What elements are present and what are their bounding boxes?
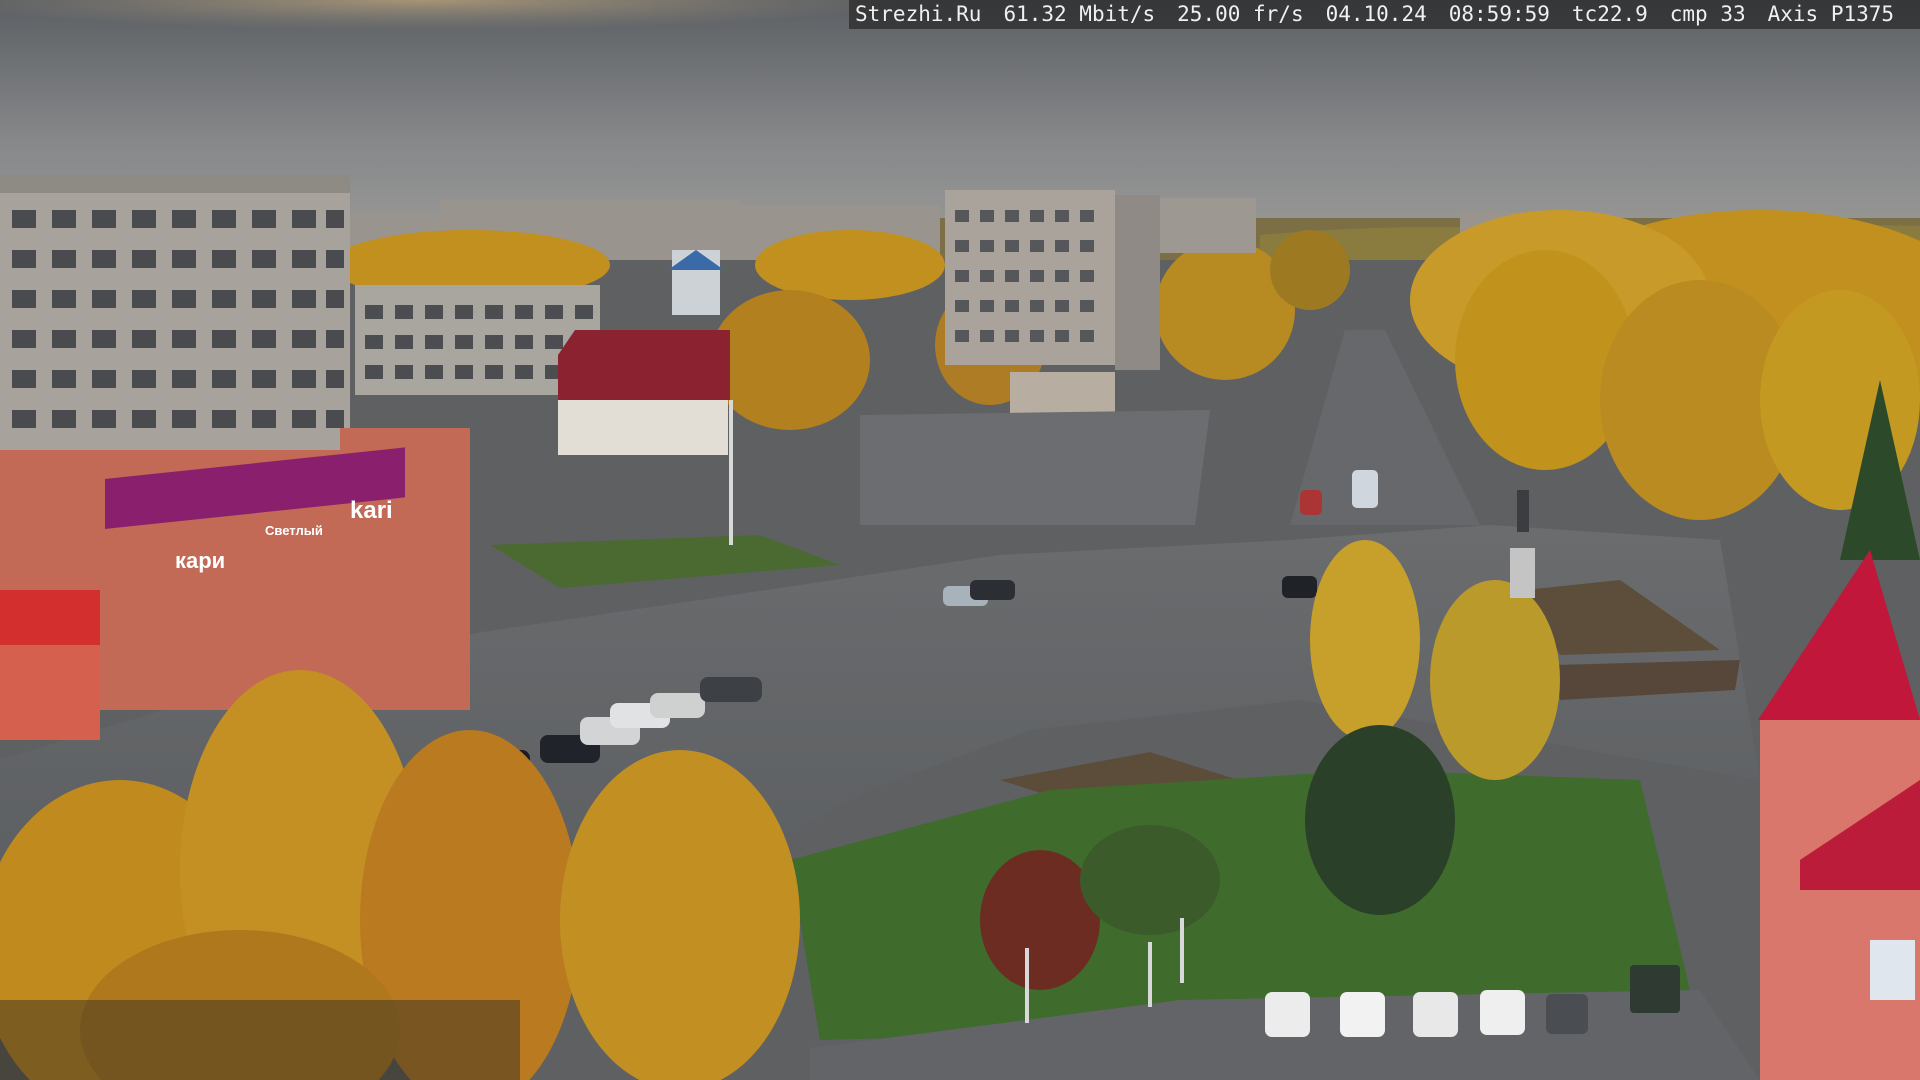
overlay-site: Strezhi.Ru	[855, 2, 982, 26]
monument-pedestal	[1510, 548, 1535, 598]
plaza-parking	[860, 410, 1210, 525]
overlay-date: 04.10.24	[1325, 2, 1427, 26]
overlay-cmp: cmp 33	[1669, 2, 1746, 26]
overlay-time: 08:59:59	[1448, 2, 1550, 26]
overlay-framerate: 25.00 fr/s	[1177, 2, 1304, 26]
camera-info-overlay: Strezhi.Ru 61.32 Mbit/s 25.00 fr/s 04.10…	[849, 0, 1920, 29]
small-kiosk-building	[1010, 372, 1115, 417]
overlay-bitrate: 61.32 Mbit/s	[1003, 2, 1156, 26]
overlay-camera: Axis P1375	[1767, 2, 1895, 26]
kari-facade-sign: кари	[175, 548, 225, 573]
monument-statue	[1517, 490, 1529, 532]
scene-bottom-trees-shadow	[0, 1000, 520, 1080]
webcam-scene: kari кари Светлый	[0, 0, 1920, 1080]
kari-logo: kari	[350, 497, 393, 524]
center-tall-building-2	[1115, 195, 1160, 370]
red-roof	[558, 330, 730, 400]
center-side-building	[1160, 198, 1256, 253]
shop-banner: Светлый	[265, 523, 323, 538]
kari-store	[0, 428, 470, 740]
overlay-tc: tc22.9	[1571, 2, 1648, 26]
